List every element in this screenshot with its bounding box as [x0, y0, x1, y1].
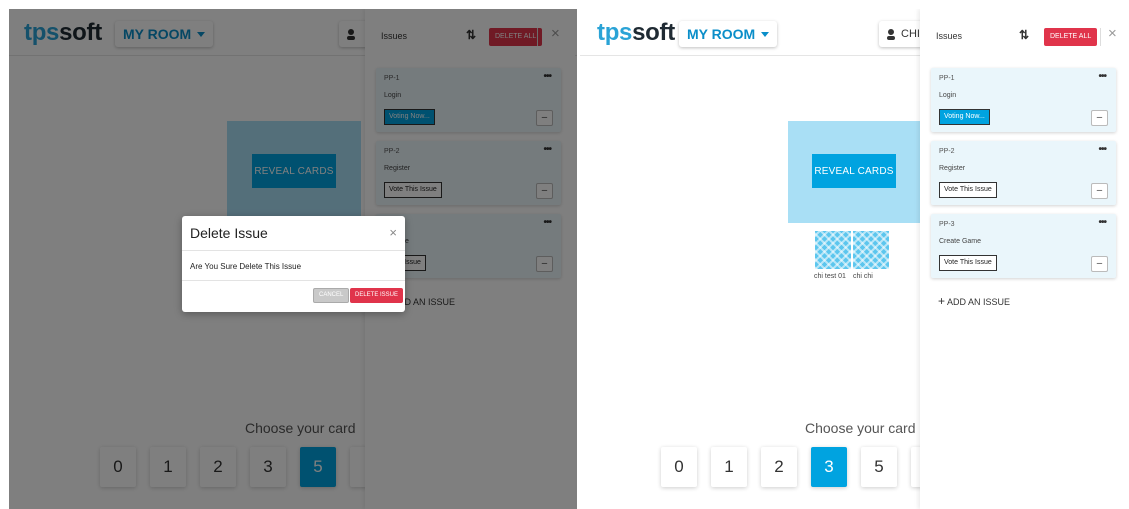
swap-vertical-icon[interactable]: ⇅ [1019, 28, 1029, 42]
player-name: chi test 01 [814, 273, 846, 280]
sidebar-divider [1100, 28, 1101, 46]
issue-card[interactable]: PP-3 ••• Create Game Vote This Issue − [931, 214, 1116, 278]
deck-card[interactable]: 2 [761, 447, 797, 487]
delete-issue-button[interactable]: DELETE ISSUE [350, 288, 404, 303]
logo[interactable]: tpssoft [597, 19, 675, 47]
deck-card-selected[interactable]: 3 [811, 447, 847, 487]
issue-card[interactable]: PP-1 ••• Login Voting Now... − [931, 68, 1116, 132]
room-dropdown-button[interactable]: MY ROOM [679, 21, 778, 47]
modal-divider [182, 250, 405, 251]
more-options-icon[interactable]: ••• [1098, 144, 1106, 155]
more-options-icon[interactable]: ••• [1098, 217, 1106, 228]
close-icon[interactable]: × [389, 225, 397, 240]
delete-all-button[interactable]: DELETE ALL [1044, 28, 1098, 46]
deck-card[interactable]: 5 [861, 447, 897, 487]
voting-now-button[interactable]: Voting Now... [939, 109, 990, 125]
right-panel: tpssoft MY ROOM CHI REVEAL CARDS chi tes… [580, 9, 1129, 509]
user-avatar-icon [887, 29, 895, 40]
modal-divider [182, 280, 405, 281]
caret-down-icon [761, 31, 770, 37]
sidebar-title: Issues [936, 31, 963, 41]
deck-card[interactable]: 1 [711, 447, 747, 487]
player-card [853, 231, 889, 269]
plus-icon: + [938, 294, 946, 308]
issues-sidebar: Issues ⇅ DELETE ALL × PP-1 ••• Login Vot… [920, 9, 1129, 509]
vote-issue-button[interactable]: Vote This Issue [939, 182, 997, 198]
choose-card-prompt: Choose your card [805, 420, 916, 436]
more-options-icon[interactable]: ••• [1098, 71, 1106, 82]
delete-issue-modal: Delete Issue × Are You Sure Delete This … [182, 216, 405, 312]
modal-title: Delete Issue [190, 225, 268, 241]
modal-message: Are You Sure Delete This Issue [190, 262, 302, 271]
game-board: REVEAL CARDS [788, 121, 922, 223]
add-issue-button[interactable]: + ADD AN ISSUE [938, 294, 1010, 308]
deck-card[interactable]: 0 [661, 447, 697, 487]
minus-icon[interactable]: − [1091, 183, 1108, 199]
issue-card[interactable]: PP-2 ••• Register Vote This Issue − [931, 141, 1116, 205]
close-icon[interactable]: × [1108, 25, 1117, 42]
left-panel: tpssoft MY ROOM REVEAL CARDS Choose your… [9, 9, 577, 509]
reveal-cards-button[interactable]: REVEAL CARDS [812, 154, 896, 188]
cancel-button[interactable]: CANCEL [313, 288, 350, 303]
screenshot-root: tpssoft MY ROOM REVEAL CARDS Choose your… [0, 0, 1129, 509]
minus-icon[interactable]: − [1091, 256, 1108, 272]
player-card [815, 231, 851, 269]
minus-icon[interactable]: − [1091, 110, 1108, 126]
player-name: chi chi [853, 273, 873, 280]
vote-issue-button[interactable]: Vote This Issue [939, 255, 997, 271]
